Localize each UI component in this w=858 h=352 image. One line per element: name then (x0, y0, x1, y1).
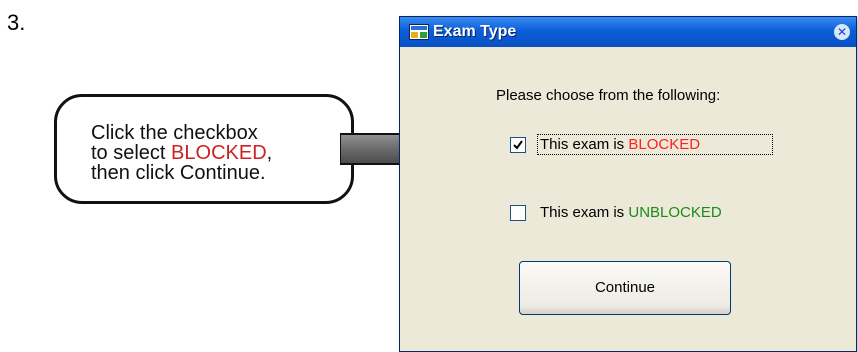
continue-button[interactable]: Continue (519, 261, 731, 315)
dialog-title: Exam Type (433, 23, 517, 40)
checkmark-icon (513, 140, 523, 150)
title-bar[interactable]: Exam Type ✕ (400, 17, 856, 47)
unblocked-option-label[interactable]: This exam is UNBLOCKED (540, 205, 722, 221)
callout-line-2-suffix: , (266, 142, 273, 164)
blocked-checkbox[interactable] (510, 137, 526, 153)
unblocked-checkbox[interactable] (510, 205, 526, 221)
callout-text: Click the checkbox to select BLOCKED, th… (91, 123, 272, 183)
unblocked-word: UNBLOCKED (628, 204, 722, 221)
callout-emphasis: BLOCKED (171, 142, 267, 164)
dialog-prompt: Please choose from the following: (496, 87, 721, 104)
callout-line-2-prefix: to select (91, 142, 172, 164)
app-window-icon (409, 24, 429, 40)
callout-line-1: Click the checkbox (91, 122, 258, 144)
callout-line-2: to select BLOCKED, (91, 143, 272, 163)
blocked-word: BLOCKED (628, 136, 701, 153)
instruction-callout: Click the checkbox to select BLOCKED, th… (54, 94, 354, 204)
step-number: 3. (7, 10, 26, 35)
blocked-option-label[interactable]: This exam is BLOCKED (540, 137, 700, 153)
callout-line-3: then click Continue. (91, 162, 266, 184)
unblocked-label-prefix: This exam is (540, 204, 629, 221)
exam-type-dialog: Exam Type ✕ Please choose from the follo… (399, 16, 857, 352)
close-button[interactable]: ✕ (834, 24, 850, 40)
close-icon: ✕ (836, 25, 848, 39)
blocked-label-prefix: This exam is (540, 136, 629, 153)
